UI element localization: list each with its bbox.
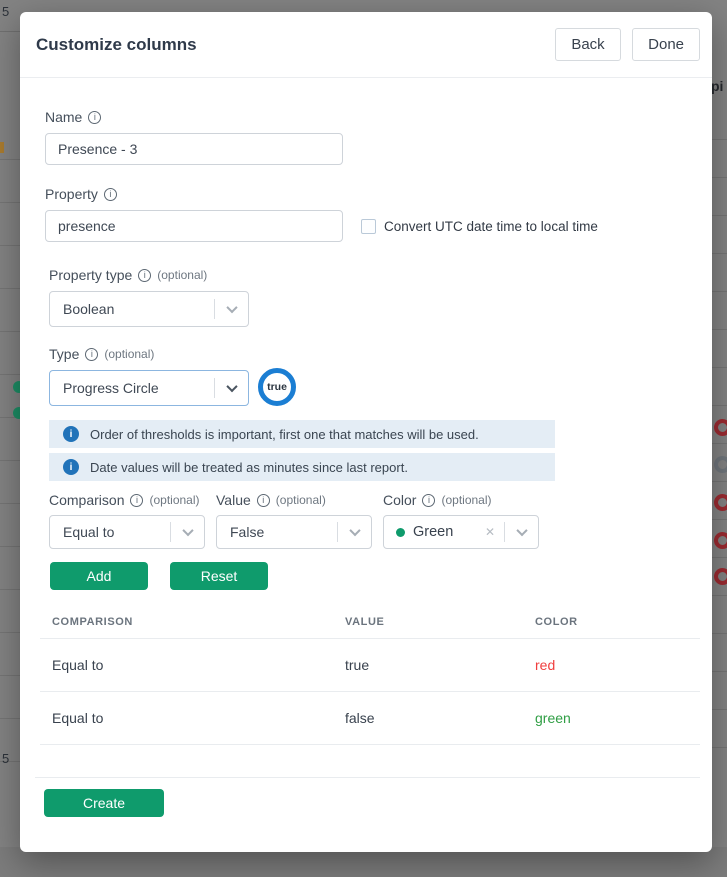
optional-hint: (optional) [149, 493, 199, 507]
create-button[interactable]: Create [44, 789, 164, 817]
background-column-header: pi [711, 78, 723, 94]
type-select-value: Progress Circle [50, 380, 214, 396]
info-icon [63, 426, 79, 442]
table-row[interactable]: Equal to false green [40, 692, 700, 744]
name-label: Name [45, 108, 696, 126]
progress-circle-value: true [267, 381, 287, 393]
table-header-value: VALUE [345, 616, 535, 628]
name-input[interactable] [45, 133, 343, 165]
banner-text: Date values will be treated as minutes s… [90, 460, 408, 475]
value-label-text: Value [216, 492, 251, 508]
comparison-label: Comparison (optional) [49, 491, 205, 509]
type-label: Type (optional) [49, 345, 696, 363]
background-red-status-ring [714, 568, 727, 585]
color-select-value: Green [413, 524, 483, 540]
property-type-label-text: Property type [49, 267, 132, 283]
modal-header: Customize columns Back Done [20, 12, 712, 78]
chevron-down-icon[interactable] [338, 528, 371, 536]
info-icon[interactable] [104, 188, 117, 201]
comparison-select-value: Equal to [50, 524, 170, 540]
background-warning-mark [0, 142, 4, 153]
info-icon[interactable] [130, 494, 143, 507]
chevron-down-icon[interactable] [215, 305, 248, 313]
banner-text: Order of thresholds is important, first … [90, 427, 479, 442]
property-type-select-value: Boolean [50, 301, 214, 317]
reset-button[interactable]: Reset [170, 562, 268, 590]
convert-utc-label: Convert UTC date time to local time [384, 219, 598, 234]
background-divider [0, 31, 20, 32]
property-label: Property [45, 185, 696, 203]
comparison-select[interactable]: Equal to [49, 515, 205, 549]
thresholds-table: COMPARISON VALUE COLOR Equal to true red… [40, 606, 700, 745]
table-header-comparison: COMPARISON [52, 616, 345, 628]
progress-circle-preview: true [258, 368, 296, 406]
green-color-dot [396, 528, 405, 537]
value-select[interactable]: False [216, 515, 372, 549]
info-banner-thresholds-order: Order of thresholds is important, first … [49, 420, 555, 448]
add-button[interactable]: Add [50, 562, 148, 590]
screen: 5 5 pi Customize columns Back Done Name [0, 0, 727, 877]
done-button[interactable]: Done [632, 28, 700, 61]
property-label-text: Property [45, 186, 98, 202]
chevron-down-icon[interactable] [215, 384, 248, 392]
property-type-select[interactable]: Boolean [49, 291, 249, 327]
page-title: Customize columns [36, 35, 197, 55]
info-banner-date-values: Date values will be treated as minutes s… [49, 453, 555, 481]
table-row[interactable]: Equal to true red [40, 639, 700, 691]
property-type-label: Property type (optional) [49, 266, 696, 284]
back-button[interactable]: Back [555, 28, 620, 61]
background-row-number: 5 [2, 4, 9, 19]
row-value: false [345, 710, 535, 726]
convert-utc-checkbox[interactable] [361, 219, 376, 234]
value-select-value: False [217, 524, 337, 540]
header-buttons: Back Done [548, 28, 700, 61]
info-icon[interactable] [257, 494, 270, 507]
table-header-row: COMPARISON VALUE COLOR [40, 606, 700, 638]
info-icon[interactable] [88, 111, 101, 124]
background-red-status-ring [714, 532, 727, 549]
chevron-down-icon[interactable] [505, 528, 538, 536]
value-label: Value (optional) [216, 491, 372, 509]
row-value: true [345, 657, 535, 673]
optional-hint: (optional) [157, 268, 207, 282]
row-color: red [535, 657, 700, 673]
name-label-text: Name [45, 109, 82, 125]
chevron-down-icon[interactable] [171, 528, 204, 536]
color-label: Color (optional) [383, 491, 539, 509]
background-gray-status-ring [714, 456, 727, 473]
table-divider [40, 744, 700, 745]
comparison-label-text: Comparison [49, 492, 124, 508]
property-input[interactable] [45, 210, 343, 242]
info-icon[interactable] [422, 494, 435, 507]
type-label-text: Type [49, 346, 79, 362]
row-comparison: Equal to [52, 710, 345, 726]
customize-columns-modal: Customize columns Back Done Name Propert… [20, 12, 712, 852]
color-select[interactable]: Green [383, 515, 539, 549]
info-icon [63, 459, 79, 475]
background-red-status-ring [714, 419, 727, 436]
info-icon[interactable] [85, 348, 98, 361]
background-red-status-ring [714, 494, 727, 511]
color-label-text: Color [383, 492, 416, 508]
background-table-rows-left [0, 117, 20, 767]
footer-divider [35, 777, 700, 778]
table-header-color: COLOR [535, 616, 700, 628]
optional-hint: (optional) [276, 493, 326, 507]
row-color: green [535, 710, 700, 726]
info-icon[interactable] [138, 269, 151, 282]
clear-icon[interactable] [483, 525, 504, 539]
optional-hint: (optional) [441, 493, 491, 507]
type-select[interactable]: Progress Circle [49, 370, 249, 406]
row-comparison: Equal to [52, 657, 345, 673]
convert-utc-checkbox-group[interactable]: Convert UTC date time to local time [361, 219, 598, 234]
modal-body: Name Property Convert UTC date time to l… [20, 78, 712, 817]
optional-hint: (optional) [104, 347, 154, 361]
